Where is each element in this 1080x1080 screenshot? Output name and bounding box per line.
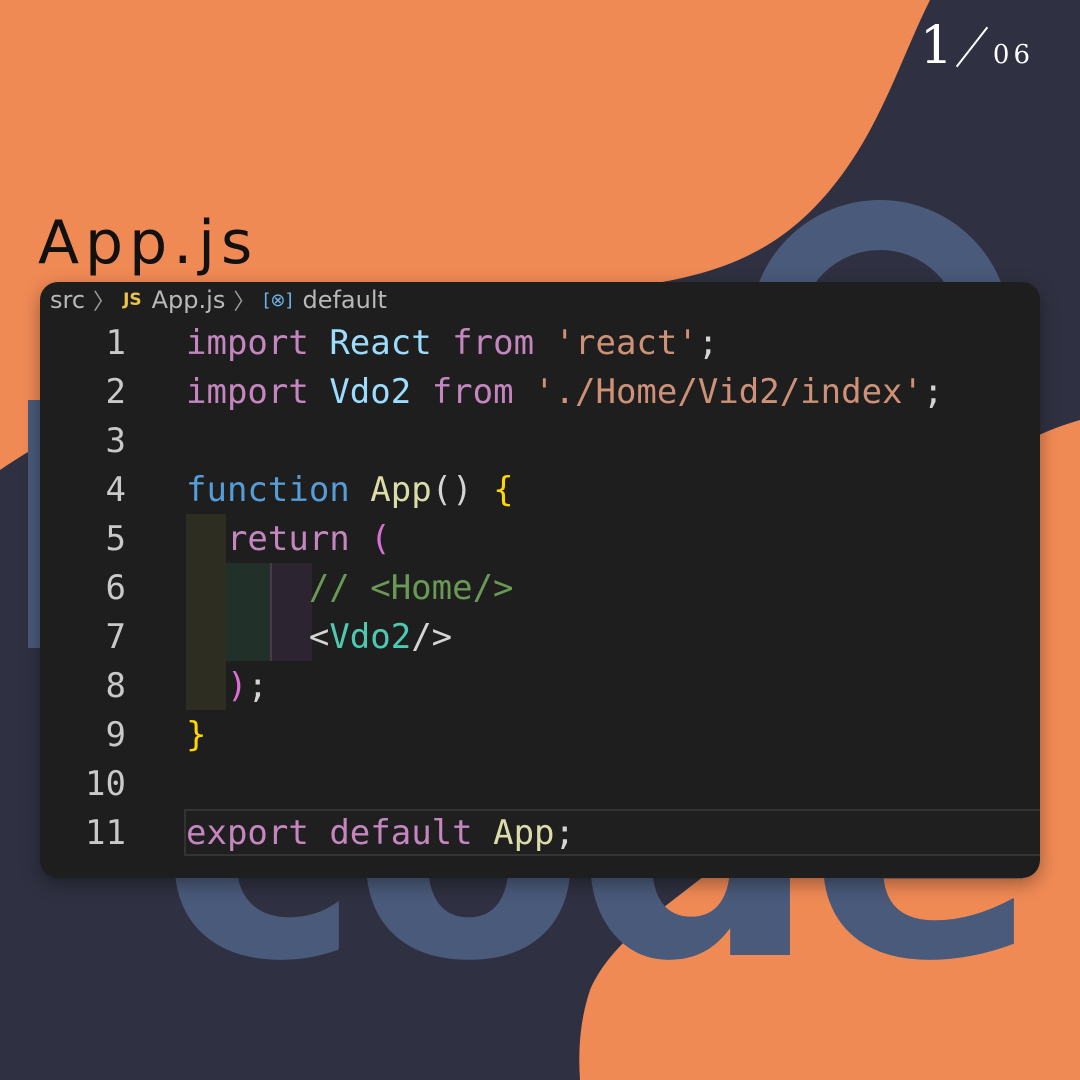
code-token: function [186,469,350,510]
code-area[interactable]: 1 import React from 'react'; 2 import Vdo2 … [40,318,1040,857]
slide-counter: 1 06 [920,18,1034,74]
code-token: ; [923,371,944,412]
line-number: 11 [85,812,126,853]
code-token: App [493,812,555,853]
code-token: React [329,322,432,363]
code-line[interactable]: 7 <Vdo2/> [40,612,1040,661]
code-token: Vdo2 [329,616,412,657]
code-line[interactable]: 1 import React from 'react'; [40,318,1040,367]
line-number: 1 [105,322,126,363]
code-token: () [431,469,494,510]
code-line[interactable]: 3 [40,416,1040,465]
code-line[interactable]: 5 return ( [40,514,1040,563]
breadcrumb-symbol[interactable]: default [302,286,386,314]
code-token: /> [411,616,453,657]
line-number: 10 [85,763,126,804]
breadcrumb: src 〉 JS App.js 〉 [⊗] default [40,282,1040,318]
total-slides: 06 [992,40,1034,70]
line-text: import Vdo2 from './Home/Vid2/index'; [186,372,943,412]
line-text: import React from 'react'; [186,323,718,363]
code-line[interactable]: 2 import Vdo2 from './Home/Vid2/index'; [40,367,1040,416]
code-token: import [186,322,309,363]
code-line[interactable]: 4 function App() { [40,465,1040,514]
code-token: from [431,371,514,412]
line-text: // <Home/> [186,568,514,608]
code-token: ; [554,812,575,853]
line-text: ); [186,666,268,706]
code-token: from [452,322,535,363]
code-line[interactable]: 8 ); [40,661,1040,710]
code-token: { [493,469,514,510]
code-token: ) [226,665,248,706]
line-number: 4 [105,469,126,510]
code-line[interactable]: 9} [40,710,1040,759]
js-file-icon: JS [123,290,142,310]
line-number: 3 [105,420,126,461]
symbol-field-icon: [⊗] [263,289,293,311]
code-token: // <Home/> [186,567,514,608]
line-number: 5 [105,518,126,559]
line-text: function App() { [186,470,514,510]
line-text: } [186,715,206,755]
page-title: App.js [38,208,259,278]
line-number: 8 [105,665,126,706]
code-token: ( [370,518,391,559]
code-token: < [308,616,330,657]
code-token: ; [247,665,268,706]
line-number: 7 [105,616,126,657]
code-token: ; [697,322,719,363]
line-number: 6 [105,567,126,608]
slash-divider [953,18,993,74]
line-text: export default App; [186,813,575,853]
code-token: default [329,812,473,853]
current-slide-number: 1 [919,16,953,76]
breadcrumb-folder[interactable]: src [50,286,85,314]
code-token: import [186,371,309,412]
line-text: <Vdo2/> [186,617,452,657]
chevron-right-icon: 〉 [233,290,256,315]
code-token: App [370,469,432,510]
code-editor: src 〉 JS App.js 〉 [⊗] default 1 import Re… [40,282,1040,878]
code-token: './Home/Vid2/index' [534,371,923,412]
code-token: export [186,812,309,853]
code-token: 'react' [554,322,698,363]
code-line[interactable]: 11 export default App; [40,808,1040,857]
breadcrumb-file[interactable]: App.js [152,286,226,314]
line-number: 9 [105,714,126,755]
code-line[interactable]: 6 // <Home/> [40,563,1040,612]
code-token: Vdo2 [329,371,412,412]
code-token: } [186,714,207,755]
chevron-right-icon: 〉 [93,290,116,315]
line-number: 2 [105,371,126,412]
code-line[interactable]: 10 [40,759,1040,808]
line-text: return ( [186,519,391,559]
code-token: return [186,518,350,559]
